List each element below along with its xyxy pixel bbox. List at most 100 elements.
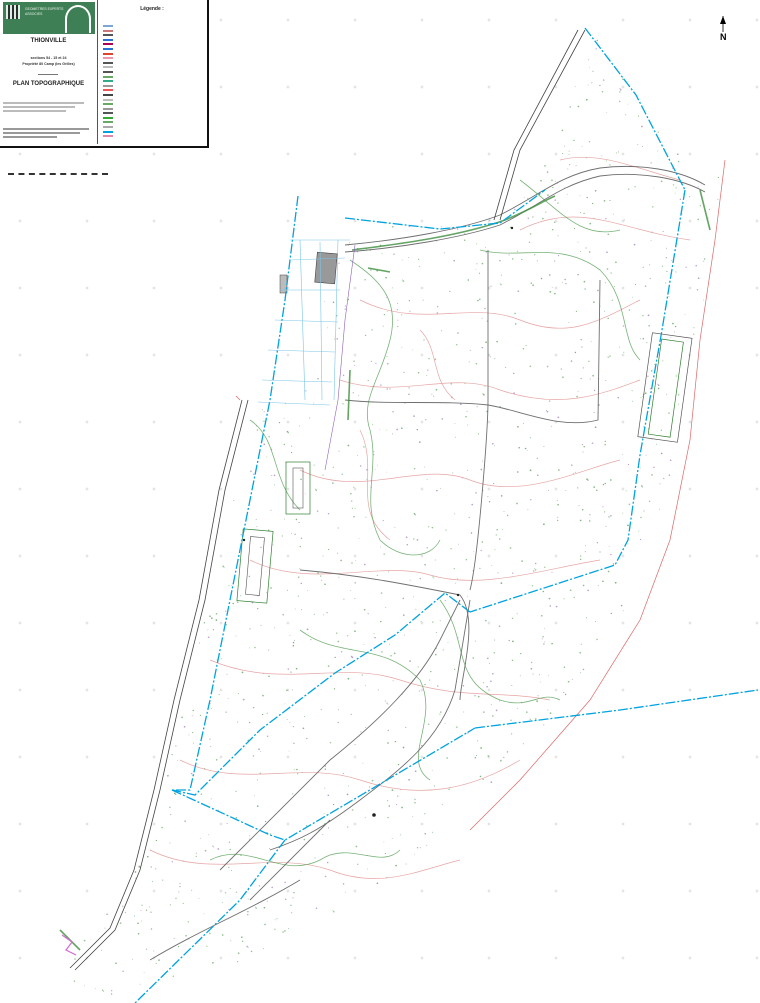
vegetation-dot [297,576,300,579]
vegetation-dot [531,585,534,587]
grid-cross [487,621,491,625]
vegetation-dot [445,529,447,531]
vegetation-dot [402,597,405,600]
vegetation-dot [382,325,384,327]
vegetation-dot [569,164,571,166]
vegetation-dot [606,251,608,254]
topographic-map[interactable] [0,0,760,1003]
vegetation-dot [631,296,633,298]
vegetation-dot [677,403,679,405]
vegetation-dot [260,750,262,752]
vegetation-dot [124,911,126,914]
grid-cross [219,420,223,424]
vegetation-dot [457,332,459,334]
vegetation-dot [542,590,545,593]
grid-cross [286,18,290,22]
vegetation-dot [607,317,609,320]
vegetation-dot [210,745,212,747]
vegetation-dot [354,744,356,746]
grid-cross [219,152,223,156]
vegetation-dot [351,562,353,564]
grid-cross [85,755,89,759]
vegetation-dot [551,571,553,573]
vegetation-dot [403,371,405,374]
vegetation-dot [607,233,610,236]
vegetation-dot [492,672,494,675]
vegetation-dot [571,464,573,466]
vegetation-dot [543,627,545,629]
vegetation-dot [605,526,607,527]
vegetation-dot [401,346,403,348]
vegetation-dot [646,342,648,344]
vegetation-texture [73,39,720,995]
vegetation-dot [483,682,485,684]
vegetation-dot [405,726,407,729]
grid-cross [85,152,89,156]
vegetation-dot [306,737,308,740]
vegetation-dot [577,487,579,489]
vegetation-dot [293,769,295,771]
vegetation-dot [456,726,458,728]
vegetation-dot [365,516,367,518]
vegetation-dot [73,980,76,982]
vegetation-dot [387,729,389,732]
vegetation-dot [558,469,560,471]
vegetation-dot [625,114,627,116]
vegetation-dot [155,839,158,842]
vegetation-dot [342,773,344,775]
vegetation-dot [642,486,644,488]
vegetation-dot [580,250,581,252]
vegetation-dot [579,519,582,522]
vegetation-dot [268,848,271,850]
grid-cross [286,420,290,424]
vegetation-dot [643,510,645,512]
vegetation-dot [350,492,352,495]
vegetation-dot [255,518,257,520]
vegetation-dot [355,845,358,848]
vegetation-dot [364,817,366,819]
vegetation-dot [237,601,239,603]
vegetation-dot [224,892,227,894]
vegetation-dot [254,646,256,649]
vegetation-dot [179,882,181,885]
grid-cross [755,822,759,826]
vegetation-dot [344,891,346,893]
vegetation-dot [408,257,409,259]
vegetation-dot [474,695,476,697]
vegetation-dot [456,344,458,346]
vegetation-dot [593,389,596,392]
vegetation-dot [326,611,328,614]
vegetation-dot [536,700,538,702]
vegetation-dot [294,608,296,610]
vegetation-dot [235,891,238,893]
grid-cross [219,18,223,22]
vegetation-dot [564,145,566,147]
scale-bar [8,173,108,175]
vegetation-dot [307,589,308,591]
vegetation-dot [525,344,527,347]
vegetation-dot [248,575,251,578]
vegetation-dot [414,770,417,772]
vegetation-dot [547,709,549,711]
vegetation-dot [434,653,437,656]
vegetation-dot [583,212,585,215]
vegetation-dot [367,868,369,870]
vegetation-dot [477,299,479,302]
vegetation-dot [409,579,411,581]
vegetation-dot [266,900,268,902]
vegetation-dot [268,436,270,438]
vegetation-dot [389,388,391,390]
vegetation-dot [381,253,383,255]
vegetation-dot [473,551,475,553]
grid-cross [18,554,22,558]
vegetation-dot [409,310,411,312]
vegetation-dot [172,975,174,977]
grid-cross [554,621,558,625]
grid-cross [554,688,558,692]
vegetation-dot [111,990,113,992]
vegetation-dot [616,152,618,154]
vegetation-dot [661,265,664,267]
vegetation-dot [233,499,235,502]
vegetation-dot [695,264,697,267]
vegetation-dot [137,933,140,935]
